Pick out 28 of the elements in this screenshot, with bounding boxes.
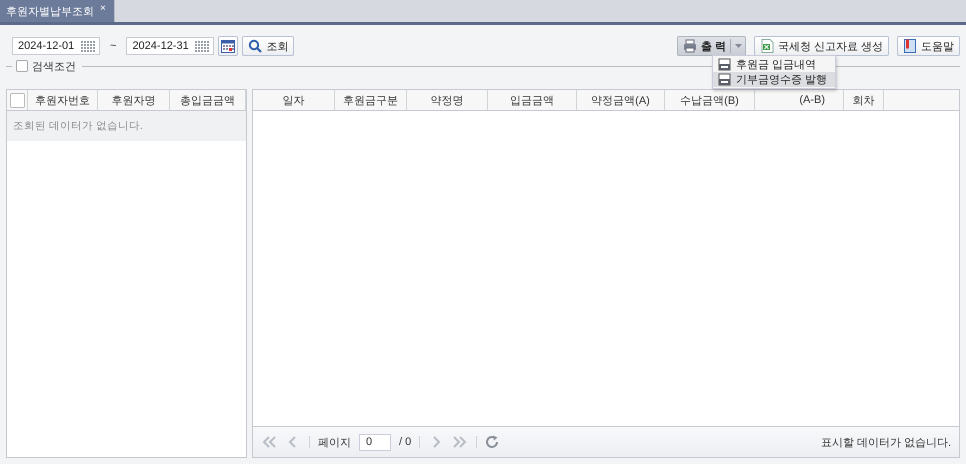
menu-item[interactable]: 후원금 입금내역 [713,57,836,72]
close-icon[interactable]: × [100,4,106,13]
date-field[interactable]: 2024-12-31 [126,37,214,55]
tab[interactable]: 후원자별납부조회 × [0,0,115,22]
range-separator: ~ [110,40,116,52]
column-header[interactable]: (A-B) [755,90,844,110]
search-conditions-label[interactable]: 검색조건 [32,58,76,74]
status-text: 표시할 데이터가 없습니다. [820,436,951,450]
date-field[interactable]: 2024-12-01 [12,37,100,55]
page-input[interactable]: 0 [359,434,391,450]
column-header[interactable]: 회차 [844,90,884,110]
column-header[interactable]: 입금금액 [488,90,577,110]
column-header[interactable]: 일자 [253,90,335,110]
column-header[interactable]: 약정명 [407,90,488,110]
menu-item[interactable]: 기부금영수증 발행 [713,72,836,87]
column-header[interactable]: 후원자번호 [28,90,98,110]
print-button[interactable]: 출 력 [676,36,746,56]
column-header[interactable]: 후원금구분 [335,90,407,110]
column-header[interactable]: 약정금액(A) [577,90,665,110]
page-label: 페이지 [318,436,351,450]
column-header[interactable]: 수납금액(B) [665,90,755,110]
search-button[interactable]: 조회 [242,36,294,56]
empty-message: 조회된 데이터가 없습니다. [7,111,246,141]
column-header[interactable]: 후원자명 [98,90,170,110]
tax-report-button[interactable]: 국세청 신고자료 생성 [754,36,889,56]
column-header[interactable]: 총입금금액 [170,90,246,110]
help-button[interactable]: 도움말 [897,36,960,56]
page-total: / 0 [399,436,412,448]
